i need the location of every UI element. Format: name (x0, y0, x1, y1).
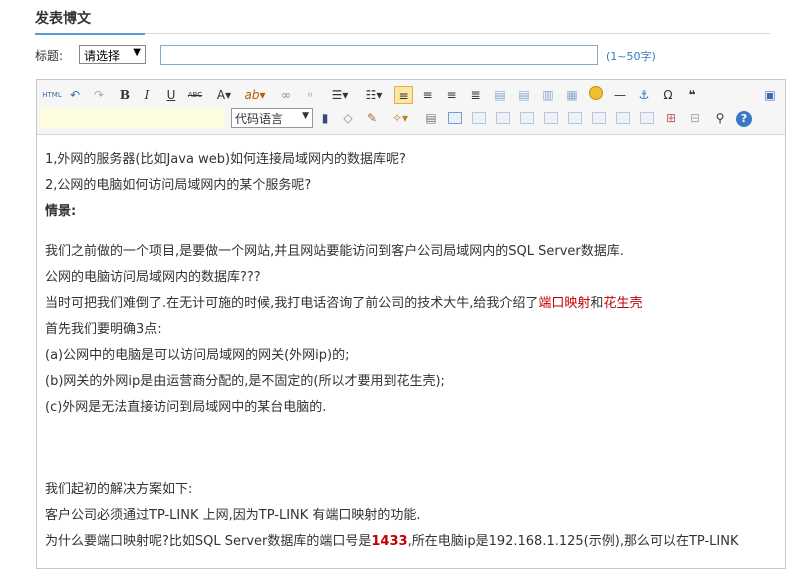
blockquote-icon[interactable]: ❝ (683, 86, 701, 104)
anchor-icon[interactable]: ⚓ (635, 86, 653, 104)
section-divider (35, 33, 770, 34)
fullscreen-icon[interactable]: ▣ (761, 86, 779, 104)
save-icon[interactable]: ▮ (317, 109, 333, 127)
table-merge-icon[interactable] (518, 109, 536, 127)
insert-table-icon[interactable] (446, 109, 464, 127)
content-line: (b)网关的外网ip是由运营商分配的,是不固定的(所以才要用到花生壳); (45, 374, 445, 389)
html-source-button[interactable]: HTML (41, 86, 63, 104)
content-line: 我们起初的解决方案如下: (45, 482, 193, 497)
bullet-list-icon[interactable]: ☰▾ (327, 86, 353, 104)
help-icon[interactable]: ? (735, 109, 753, 127)
align-left-icon[interactable]: ≡ (394, 86, 413, 104)
bold-button[interactable]: B (117, 86, 133, 104)
table-delete-icon[interactable] (566, 109, 584, 127)
content-line: 客户公司必须通过TP-LINK 上网,因为TP-LINK 有端口映射的功能. (45, 508, 421, 523)
horizontal-rule-icon[interactable]: — (611, 86, 629, 104)
code-language-value: 代码语言 (235, 112, 284, 126)
content-line: 首先我们要明确3点: (45, 322, 162, 337)
section-title: 发表博文 (35, 11, 91, 27)
editor-toolbar: HTML ↶ ↷ B I U ABC A▾ ab▾ ∞ ⚬ ☰▾ ☷▾ ≡ ≡ … (37, 80, 785, 135)
content-line: (a)公网中的电脑是可以访问局域网的网关(外网ip)的; (45, 348, 350, 363)
table-insert-col-icon[interactable] (614, 109, 632, 127)
content-line: 1,外网的服务器(比如Java web)如何连接局域网内的数据库呢? (45, 152, 406, 167)
title-label: 标题: (35, 49, 64, 63)
undo-icon[interactable]: ↶ (67, 86, 83, 104)
unlink-icon[interactable]: ⚬ (301, 86, 319, 104)
section-divider-accent (35, 33, 145, 35)
table-insert-row-icon[interactable] (590, 109, 608, 127)
chevron-down-icon: ▼ (302, 111, 309, 121)
find-icon[interactable]: ⚲ (711, 109, 729, 127)
highlight-port-mapping: 端口映射 (538, 296, 591, 311)
category-select-value: 请选择 (84, 49, 121, 63)
content-line: (c)外网是无法直接访问到局域网中的某台电脑的. (45, 400, 327, 415)
paste-icon[interactable]: ▤ (422, 109, 440, 127)
content-line: 当时可把我们难倒了.在无计可施的时候,我打电话咨询了前公司的技术大牛,给我介绍了… (45, 296, 643, 311)
special-char-icon[interactable]: Ω (659, 86, 677, 104)
table-split-icon[interactable] (542, 109, 560, 127)
table-remove-icon[interactable]: ⊟ (686, 109, 704, 127)
strikethrough-button[interactable]: ABC (185, 86, 205, 104)
indent-icon[interactable]: ▤ (491, 86, 509, 104)
block-icon[interactable]: ▥ (539, 86, 557, 104)
table-props-icon[interactable] (638, 109, 656, 127)
font-color-button[interactable]: A▾ (211, 86, 237, 104)
outdent-icon[interactable]: ▤ (515, 86, 533, 104)
table-cell-icon[interactable]: ⊞ (662, 109, 680, 127)
content-line: 情景: (45, 204, 77, 219)
title-length-hint: (1~50字) (606, 50, 656, 63)
align-right-icon[interactable]: ≡ (442, 86, 461, 104)
port-number: 1433 (371, 534, 408, 549)
font-size-select-area[interactable] (40, 108, 225, 128)
table-col-icon[interactable] (494, 109, 512, 127)
clear-format-icon[interactable]: ▦ (563, 86, 581, 104)
underline-button[interactable]: U (163, 86, 179, 104)
eraser-icon[interactable]: ◇ (339, 109, 357, 127)
content-line: 我们之前做的一个项目,是要做一个网站,并且网站要能访问到客户公司局域网内的SQL… (45, 244, 624, 259)
code-language-select[interactable]: 代码语言 ▼ (231, 108, 313, 128)
content-line: 2,公网的电脑如何访问局域网内的某个服务呢? (45, 178, 312, 193)
rich-text-editor: HTML ↶ ↷ B I U ABC A▾ ab▾ ∞ ⚬ ☰▾ ☷▾ ≡ ≡ … (36, 79, 786, 569)
category-select[interactable]: 请选择 ▼ (79, 45, 146, 64)
brush-icon[interactable]: ✎ (363, 109, 381, 127)
emoticon-icon[interactable] (587, 86, 605, 104)
highlight-peanut-shell: 花生壳 (603, 296, 643, 311)
content-line: 公网的电脑访问局域网内的数据库??? (45, 270, 261, 285)
redo-icon[interactable]: ↷ (91, 86, 107, 104)
align-justify-icon[interactable]: ≣ (466, 86, 485, 104)
numbered-list-icon[interactable]: ☷▾ (361, 86, 387, 104)
content-line: 为什么要端口映射呢?比如SQL Server数据库的端口号是1433,所在电脑i… (45, 534, 739, 549)
magic-wand-icon[interactable]: ✧▾ (387, 109, 413, 127)
italic-button[interactable]: I (139, 86, 155, 104)
title-input[interactable] (160, 45, 598, 65)
link-icon[interactable]: ∞ (277, 86, 295, 104)
align-center-icon[interactable]: ≡ (418, 86, 437, 104)
spellcheck-icon[interactable]: ab▾ (241, 86, 269, 104)
table-row-icon[interactable] (470, 109, 488, 127)
chevron-down-icon: ▼ (133, 47, 141, 58)
